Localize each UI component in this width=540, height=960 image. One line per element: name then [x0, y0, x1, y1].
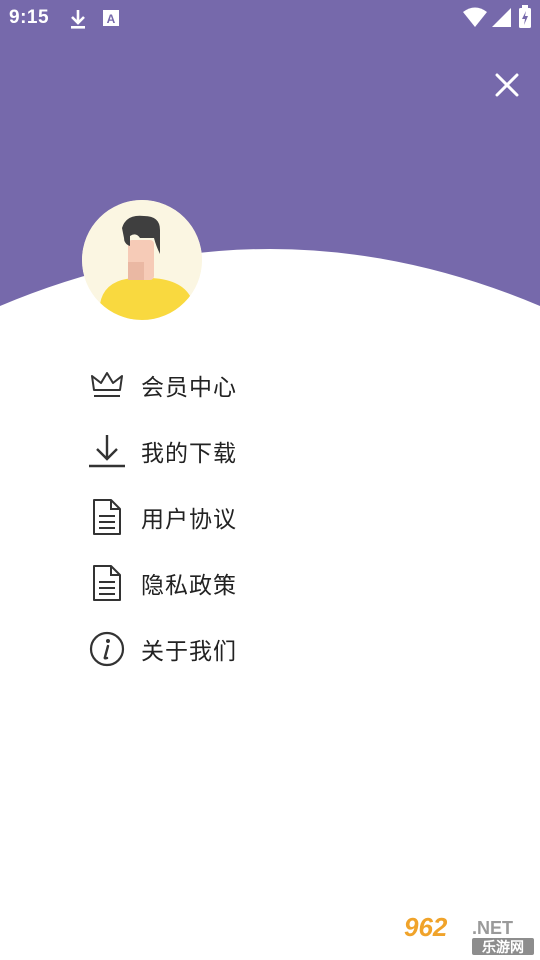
battery-icon — [518, 5, 532, 33]
download-icon — [86, 430, 128, 472]
document-icon — [86, 562, 128, 604]
signal-icon — [490, 6, 512, 32]
status-bar: 9:15 A — [0, 0, 540, 38]
menu-item-user-agreement[interactable]: 用户协议 — [86, 484, 486, 550]
menu-item-label: 关于我们 — [141, 639, 237, 665]
document-icon — [86, 496, 128, 538]
menu-item-label: 会员中心 — [141, 375, 237, 401]
menu-item-about-us[interactable]: 关于我们 — [86, 616, 486, 682]
close-button[interactable] — [490, 68, 524, 102]
close-icon — [495, 73, 519, 97]
avatar[interactable] — [82, 200, 202, 320]
download-icon — [68, 8, 88, 34]
status-time: 9:15 — [9, 7, 50, 28]
menu-item-my-downloads[interactable]: 我的下载 — [86, 418, 486, 484]
svg-text:A: A — [107, 12, 116, 26]
menu-item-privacy-policy[interactable]: 隐私政策 — [86, 550, 486, 616]
menu-list: 会员中心 我的下载 用户协议 隐私政策 关于我们 — [86, 352, 486, 682]
svg-text:乐游网: 乐游网 — [482, 939, 524, 956]
crown-icon — [86, 364, 128, 406]
menu-item-label: 隐私政策 — [141, 573, 237, 599]
wifi-icon — [462, 6, 488, 32]
header-curve — [0, 249, 540, 320]
text-a-icon: A — [102, 8, 120, 32]
svg-text:962: 962 — [404, 912, 448, 942]
watermark-logo: 962 .NET 乐游网 — [402, 912, 536, 956]
svg-text:.NET: .NET — [472, 918, 513, 938]
menu-item-label: 我的下载 — [141, 441, 237, 467]
menu-item-vip-center[interactable]: 会员中心 — [86, 352, 486, 418]
user-avatar-icon — [82, 200, 202, 320]
menu-item-label: 用户协议 — [141, 507, 237, 533]
info-icon — [86, 628, 128, 670]
